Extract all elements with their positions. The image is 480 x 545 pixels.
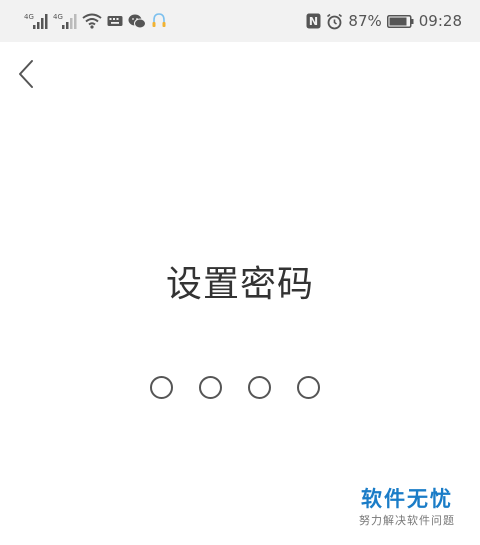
page-title: 设置密码 — [165, 264, 314, 305]
wifi-icon — [82, 13, 102, 29]
pin-dot — [199, 376, 222, 399]
status-bar: 4G 4G N 87% 09:28 — [0, 0, 480, 42]
battery-icon — [386, 14, 414, 28]
pin-input[interactable] — [150, 376, 320, 399]
chevron-left-icon — [17, 59, 35, 89]
alarm-icon — [326, 13, 343, 30]
nfc-icon: N — [306, 13, 321, 29]
watermark-brand: 软件无忧 — [361, 487, 453, 511]
signal-bars-icon: 4G — [24, 12, 48, 30]
watermark: 软件无忧 努力解决软件问题 — [352, 486, 462, 530]
clock-time: 09:28 — [418, 12, 462, 30]
watermark-tagline: 努力解决软件问题 — [359, 514, 455, 527]
battery-percent: 87% — [348, 12, 382, 30]
pin-dot — [297, 376, 320, 399]
pin-dot — [248, 376, 271, 399]
signal-1-label: 4G — [24, 13, 34, 21]
signal-bars-icon: 4G — [53, 12, 77, 30]
wechat-icon — [128, 14, 146, 29]
nfc-label: N — [309, 15, 318, 28]
status-bar-right: N 87% 09:28 — [306, 11, 462, 31]
status-bar-left: 4G 4G — [24, 11, 167, 31]
assistant-icon — [151, 12, 167, 30]
signal-2-label: 4G — [53, 13, 63, 21]
keyboard-icon — [107, 15, 123, 27]
pin-dot — [150, 376, 173, 399]
back-button[interactable] — [8, 56, 44, 92]
